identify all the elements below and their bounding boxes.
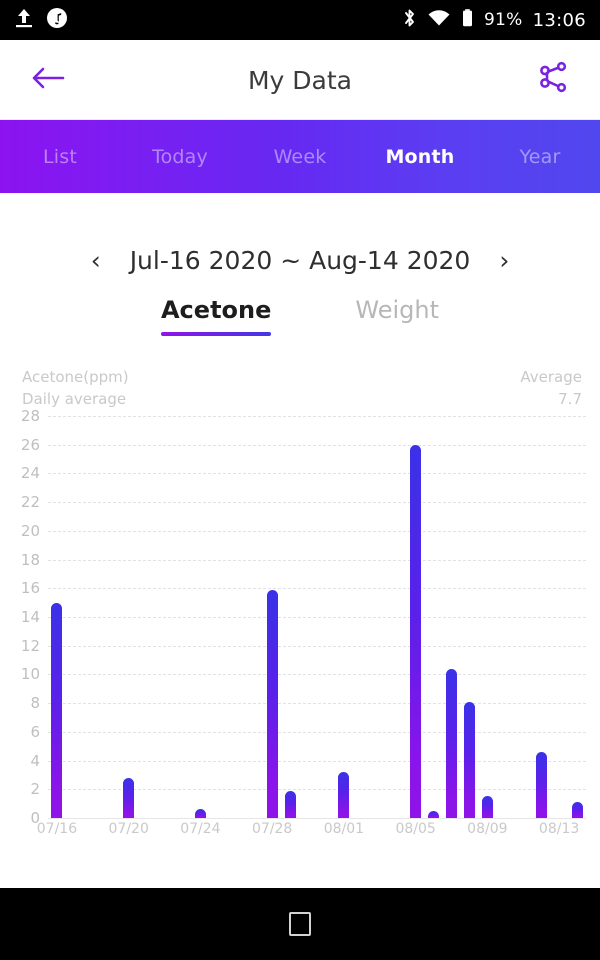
wifi-icon [427, 7, 451, 33]
chart-gridline [48, 617, 586, 618]
chart-gridline [48, 502, 586, 504]
chart-unit-label: Acetone(ppm) [22, 368, 129, 386]
chart-bar[interactable] [428, 810, 440, 818]
tab-year[interactable]: Year [480, 146, 600, 168]
y-axis-tick-label: 10 [20, 665, 40, 684]
clock-label: 13:06 [532, 9, 586, 31]
tab-active-underline [160, 332, 272, 336]
y-axis-tick-label: 26 [20, 435, 40, 454]
chart-header-right: Average 7.7 [520, 366, 582, 410]
y-axis-tick-label: 22 [20, 493, 40, 512]
chart-bar[interactable] [535, 751, 547, 818]
chart-bar[interactable] [51, 602, 63, 818]
square-recents-icon[interactable] [289, 912, 311, 936]
x-axis-tick-label: 08/09 [467, 821, 508, 837]
x-axis-tick-label: 07/28 [251, 821, 293, 837]
x-axis-tick-label: 07/24 [180, 821, 221, 837]
x-axis-tick-label: 07/20 [108, 821, 149, 837]
y-axis-tick-label: 28 [20, 407, 40, 425]
y-axis-tick-label: 6 [30, 722, 40, 741]
app-bar: My Data [0, 40, 600, 120]
metric-tab-bar: Acetone Weight [0, 296, 600, 356]
period-tab-bar: List Today Week Month Year [0, 120, 600, 193]
app-screen: 91% 13:06 My Data List Today Week Month … [0, 0, 600, 960]
y-axis-tick-label: 12 [20, 636, 40, 655]
y-axis-tick-label: 20 [20, 521, 40, 540]
bluetooth-icon [402, 7, 417, 33]
battery-percent-label: 91% [483, 10, 523, 30]
page-title: My Data [247, 65, 352, 95]
share-button[interactable] [530, 58, 574, 102]
chart-gridline [48, 530, 586, 532]
chart-bar[interactable] [481, 796, 493, 818]
chart-gridline [48, 674, 586, 676]
date-range-label: Jul-16 2020 ~ Aug-14 2020 [129, 245, 471, 275]
tab-month[interactable]: Month [360, 146, 480, 168]
chart-gridline [48, 703, 586, 705]
chart-bar[interactable] [410, 444, 422, 818]
y-axis-tick-label: 2 [30, 780, 40, 799]
status-bar-left-icons [14, 7, 68, 33]
chart-gridline [48, 645, 586, 647]
chart-plot-area [48, 416, 586, 819]
battery-icon [461, 7, 474, 33]
tab-list[interactable]: List [0, 146, 120, 168]
x-axis-tick-label: 07/16 [36, 821, 78, 837]
chart-bar[interactable] [463, 701, 475, 818]
chart-gridline [48, 416, 586, 417]
chart-bar[interactable] [123, 777, 135, 818]
chart-gridline [48, 588, 586, 590]
chart-bar[interactable] [284, 790, 296, 818]
chart-gridline [48, 731, 586, 733]
chart-header-left: Acetone(ppm) Daily average [22, 366, 129, 410]
upload-icon [14, 7, 34, 33]
chart-y-axis: 0 2 4 6 8 10 12 14 16 18 20 22 24 26 28 [0, 407, 48, 827]
status-bar-right-icons: 91% 13:06 [402, 7, 586, 33]
share-nodes-icon [534, 61, 570, 99]
chart-bar[interactable] [446, 668, 457, 818]
chart-baseline [48, 818, 586, 819]
y-axis-tick-label: 14 [20, 608, 40, 626]
chart-bar[interactable] [194, 809, 206, 818]
chart-gridline [48, 444, 586, 446]
y-axis-tick-label: 8 [30, 694, 40, 713]
y-axis-tick-label: 18 [20, 550, 40, 569]
prev-period-button[interactable]: ‹ [76, 248, 116, 273]
tab-acetone[interactable]: Acetone [160, 296, 272, 336]
chart-average-label: Average [520, 368, 582, 386]
x-axis-tick-label: 08/05 [395, 821, 436, 837]
x-axis-tick-label: 08/13 [538, 821, 580, 837]
y-axis-tick-label: 4 [30, 751, 40, 770]
chart-gridline [48, 559, 586, 561]
tab-weight-label: Weight [355, 296, 440, 324]
chart-bar[interactable] [571, 802, 583, 818]
chart-x-axis: 07/16 07/20 07/24 07/28 08/01 08/05 08/09 08/13 [37, 821, 586, 847]
status-bar: 91% 13:06 [0, 0, 600, 40]
tab-weight[interactable]: Weight [355, 296, 439, 336]
x-axis-tick-label: 08/01 [323, 821, 365, 837]
y-axis-tick-label: 24 [20, 464, 40, 483]
chart-gridline [48, 473, 586, 475]
chart-gridline [48, 760, 586, 762]
system-nav-bar [0, 888, 600, 960]
acetone-chart: Acetone(ppm) Daily average Average 7.7 0… [0, 366, 600, 866]
tab-acetone-label: Acetone [160, 296, 272, 324]
chart-bar[interactable] [338, 772, 350, 818]
tab-today[interactable]: Today [120, 146, 240, 168]
y-axis-tick-label: 16 [20, 579, 40, 598]
chart-bar[interactable] [266, 589, 278, 818]
tab-week[interactable]: Week [240, 146, 360, 168]
music-note-icon [46, 7, 68, 33]
next-period-button[interactable]: › [484, 248, 524, 273]
chart-average-value: 7.7 [558, 390, 582, 408]
date-range-selector: ‹ Jul-16 2020 ~ Aug-14 2020 › [0, 232, 600, 288]
